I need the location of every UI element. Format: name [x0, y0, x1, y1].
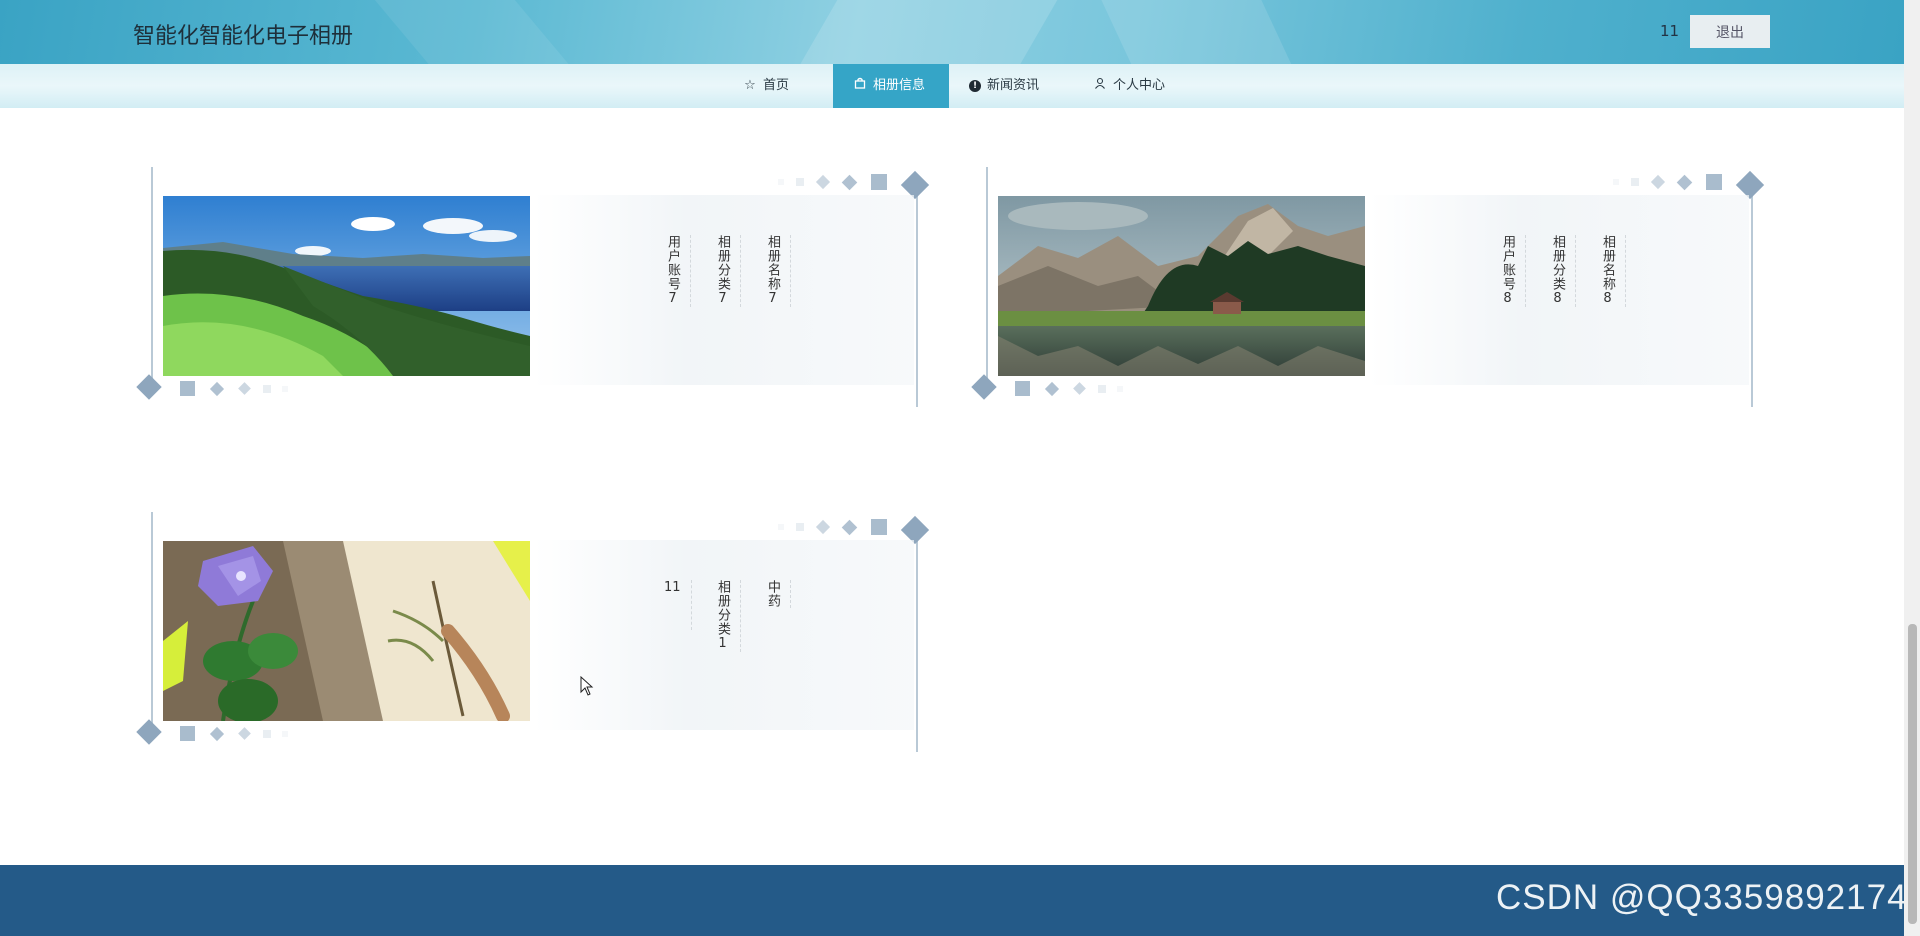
info-icon: ! [969, 80, 981, 92]
star-icon: ☆ [744, 78, 756, 93]
decor-diamond [1044, 381, 1060, 397]
nav-item-label: 个人中心 [1113, 78, 1166, 93]
nav-item-label: 新闻资讯 [987, 78, 1040, 93]
decor-diamond [209, 726, 225, 742]
decor-diamond [841, 174, 858, 191]
page-scrollbar[interactable] [1904, 0, 1920, 936]
album-user-account: 用户账号8 [1499, 235, 1526, 307]
csdn-watermark: CSDN @QQ3359892174 [1496, 878, 1908, 917]
album-category: 相册分类7 [714, 235, 741, 307]
decor-diamond [209, 381, 225, 397]
album-name: 相册名称7 [764, 235, 791, 307]
decor-square [778, 524, 784, 530]
decor-square [1098, 385, 1106, 393]
decor-square [282, 731, 288, 737]
card-decor-line [151, 512, 153, 732]
album-card[interactable]: 用户账号8 相册分类8 相册名称8 [969, 167, 1779, 407]
decor-diamond [136, 374, 162, 400]
card-decor-line [986, 167, 988, 387]
nav-item-label: 首页 [763, 78, 790, 93]
header-decor-shard [779, 0, 1081, 64]
decor-diamond [815, 519, 831, 535]
decor-diamond [1073, 382, 1086, 395]
album-card[interactable]: 用户账号7 相册分类7 相册名称7 [134, 167, 944, 407]
bag-icon [853, 64, 867, 108]
album-name: 中药 [764, 580, 791, 608]
decor-square [778, 179, 784, 185]
decor-diamond [136, 719, 162, 745]
decor-square [1117, 386, 1123, 392]
header-decor-shard [349, 0, 591, 64]
decor-square [871, 519, 887, 535]
lake-hills-photo[interactable] [163, 196, 530, 376]
decor-square [1015, 381, 1030, 396]
decor-square [263, 385, 271, 393]
nav-item-label: 相册信息 [873, 78, 926, 93]
decor-diamond [841, 519, 858, 536]
user-icon [1093, 64, 1107, 108]
card-decor-line [916, 530, 918, 752]
header-decor-shard [1092, 0, 1308, 64]
album-user-account: 11 [664, 580, 692, 630]
decor-square [796, 178, 804, 186]
decor-diamond [238, 727, 251, 740]
card-decor-line [151, 167, 153, 387]
mouse-cursor-icon [580, 675, 594, 700]
decor-square [1631, 178, 1639, 186]
decor-square [263, 730, 271, 738]
logout-button[interactable]: 退出 [1690, 15, 1770, 48]
decor-square [180, 381, 195, 396]
mountain-lake-cabin-photo[interactable] [998, 196, 1365, 376]
decor-diamond [971, 374, 997, 400]
album-name: 相册名称8 [1599, 235, 1626, 307]
decor-square [871, 174, 887, 190]
decor-square [796, 523, 804, 531]
album-category: 相册分类8 [1549, 235, 1576, 307]
main-nav: ☆ 首页 相册信息 ! 新闻资讯 个人中心 [0, 64, 1904, 108]
album-category: 相册分类1 [714, 580, 741, 652]
nav-item-home[interactable]: ☆ 首页 [723, 64, 833, 108]
decor-square [282, 386, 288, 392]
top-header: 智能化智能化电子相册 11 退出 [0, 0, 1904, 64]
nav-item-personal-center[interactable]: 个人中心 [1073, 64, 1203, 108]
site-title: 智能化智能化电子相册 [133, 24, 354, 49]
card-decor-line [916, 185, 918, 407]
album-card[interactable]: 11 相册分类1 中药 [134, 512, 944, 752]
decor-diamond [815, 174, 831, 190]
decor-diamond [238, 382, 251, 395]
decor-diamond [1650, 174, 1666, 190]
decor-square [1613, 179, 1619, 185]
nav-item-news[interactable]: ! 新闻资讯 [949, 64, 1073, 108]
nav-item-album-info[interactable]: 相册信息 [833, 64, 949, 108]
decor-square [180, 726, 195, 741]
card-decor-line [1751, 185, 1753, 407]
bellflower-herb-photo[interactable] [163, 541, 530, 721]
scrollbar-thumb[interactable] [1908, 624, 1917, 924]
username-label: 11 [1660, 22, 1680, 40]
decor-square [1706, 174, 1722, 190]
album-user-account: 用户账号7 [664, 235, 691, 307]
decor-diamond [1676, 174, 1693, 191]
